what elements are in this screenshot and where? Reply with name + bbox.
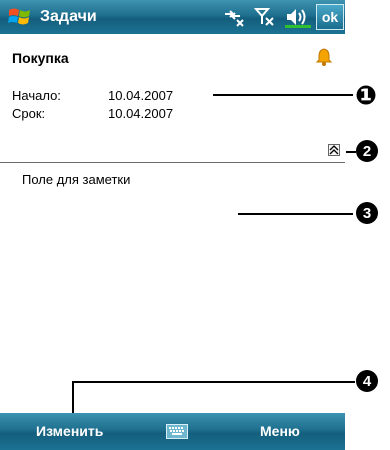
menu-bar: Изменить Меню bbox=[0, 413, 345, 450]
callout-1: ❶ bbox=[355, 79, 378, 110]
task-title[interactable]: Покупка bbox=[12, 50, 69, 66]
due-label: Срок: bbox=[12, 106, 46, 121]
callout-4: 4 bbox=[356, 370, 378, 392]
callout-line-1 bbox=[213, 94, 353, 96]
start-label: Начало: bbox=[12, 88, 61, 103]
connectivity-icon[interactable] bbox=[223, 6, 245, 28]
windows-start-icon[interactable] bbox=[0, 0, 40, 34]
edit-softkey[interactable]: Изменить bbox=[36, 423, 103, 439]
ok-button[interactable]: ok bbox=[316, 4, 344, 30]
bell-icon bbox=[314, 47, 334, 72]
note-field[interactable]: Поле для заметки bbox=[22, 172, 130, 187]
start-value[interactable]: 10.04.2007 bbox=[108, 88, 173, 103]
signal-off-icon[interactable] bbox=[254, 6, 276, 28]
title-bar: Задачи ok bbox=[0, 0, 345, 34]
menu-softkey[interactable]: Меню bbox=[260, 423, 300, 439]
callout-line-4 bbox=[72, 381, 355, 383]
keyboard-icon[interactable] bbox=[166, 424, 188, 439]
due-value[interactable]: 10.04.2007 bbox=[108, 106, 173, 121]
callout-line-2 bbox=[346, 151, 356, 153]
callout-3: 3 bbox=[356, 202, 378, 224]
window-title: Задачи bbox=[40, 8, 97, 25]
speaker-icon[interactable] bbox=[285, 6, 311, 28]
callout-2: 2 bbox=[356, 140, 378, 162]
collapse-header-button[interactable] bbox=[328, 144, 340, 156]
header-divider bbox=[0, 162, 345, 163]
callout-line-3 bbox=[238, 213, 353, 215]
double-chevron-up-icon bbox=[329, 145, 339, 155]
